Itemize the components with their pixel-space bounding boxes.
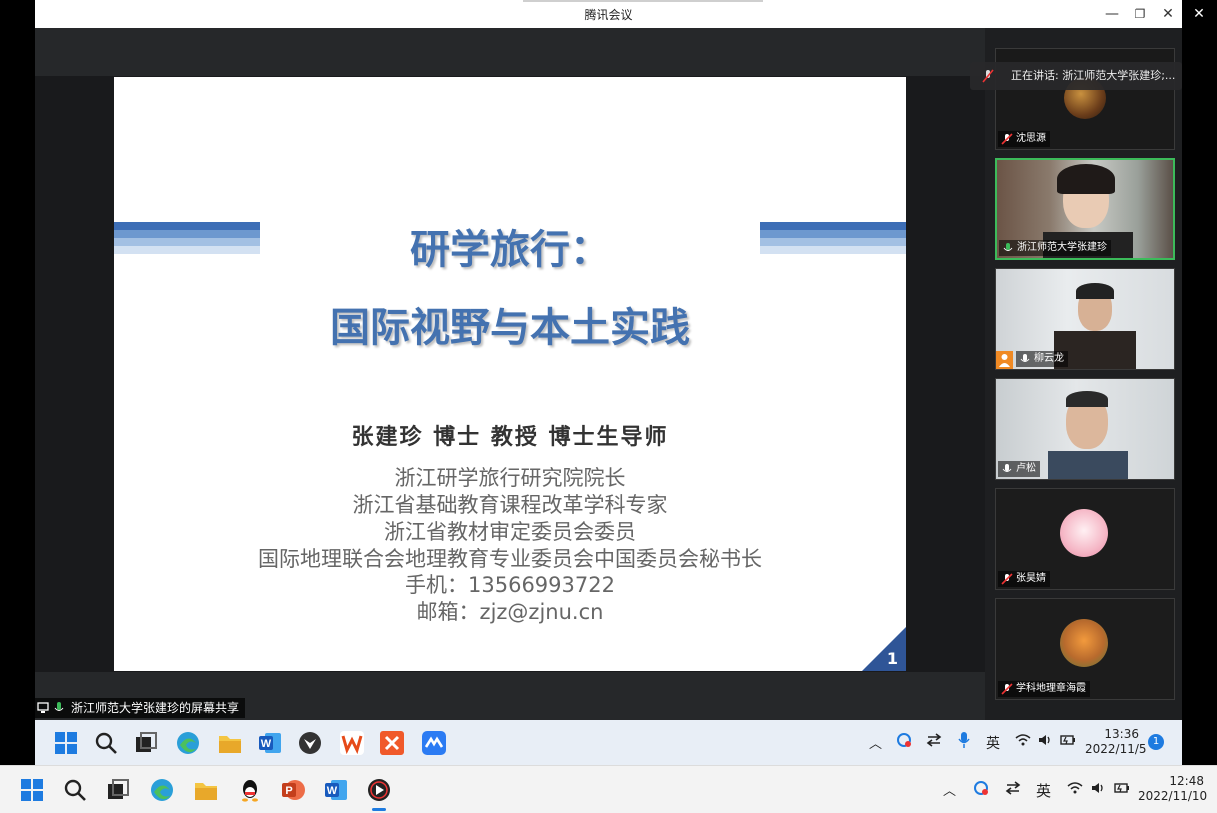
transfer-icon[interactable] xyxy=(925,731,943,752)
tencent-meeting-icon[interactable] xyxy=(421,730,447,756)
microphone-icon[interactable] xyxy=(957,731,971,752)
slide-title-line2: 国际视野与本土实践 xyxy=(330,305,690,351)
participant-name: 卢松 xyxy=(998,461,1040,477)
outer-close-button[interactable]: ✕ xyxy=(1186,3,1212,25)
local-clock[interactable]: 12:48 2022/11/10 xyxy=(1138,774,1208,804)
local-taskbar: P W ︿ 英 12:48 2022/11/10 xyxy=(0,765,1217,813)
slide-page-number: 1 xyxy=(886,649,898,668)
screen-share-label: 浙江师范大学张建珍的屏幕共享 xyxy=(35,698,246,718)
active-speaker-banner: 正在讲话: 浙江师范大学张建珍;... xyxy=(970,62,1182,90)
word-icon[interactable]: W xyxy=(257,730,283,756)
remote-taskbar: W ︿ 英 13:36 2022/11/5 1 xyxy=(35,720,1182,765)
wps-icon[interactable] xyxy=(339,730,365,756)
participant-name: 张昊婧 xyxy=(998,571,1050,587)
word-icon[interactable]: W xyxy=(323,777,349,803)
slide-info-line: 国际地理联合会地理教育专业委员会中国委员会秘书长 xyxy=(258,547,762,571)
slide-info-line: 邮箱：zjz@zjnu.cn xyxy=(416,600,604,624)
participant-name: 沈思源 xyxy=(998,131,1050,147)
svg-text:W: W xyxy=(261,738,272,750)
host-icon xyxy=(996,351,1013,369)
battery-icon[interactable] xyxy=(1113,780,1131,799)
wifi-icon[interactable] xyxy=(1067,780,1083,799)
video-body xyxy=(1048,451,1128,479)
local-date: 2022/11/10 xyxy=(1138,789,1208,803)
task-view-icon[interactable] xyxy=(133,730,159,756)
video-hair xyxy=(1066,391,1108,407)
tray-expand-icon[interactable]: ︿ xyxy=(943,780,956,799)
mic-speaking-icon xyxy=(54,702,64,711)
video-hair xyxy=(1076,283,1114,299)
active-speaker-text: 正在讲话: 浙江师范大学张建珍;... xyxy=(1011,69,1176,82)
mic-icon xyxy=(1020,354,1030,362)
participant-name: 柳云龙 xyxy=(1016,351,1068,367)
participant-tile[interactable]: 柳云龙 xyxy=(995,268,1175,370)
search-icon[interactable] xyxy=(62,777,88,803)
sync-icon[interactable] xyxy=(895,731,913,752)
presentation-slide: 研学旅行： 国际视野与本土实践 张建珍 博士 教授 博士生导师 浙江研学旅行研究… xyxy=(114,77,906,671)
screen-share-icon xyxy=(37,702,49,713)
mic-muted-icon xyxy=(1001,683,1013,695)
mic-speaking-icon xyxy=(1003,243,1013,251)
volume-icon[interactable] xyxy=(1037,732,1053,751)
edge-browser-icon[interactable] xyxy=(149,777,175,803)
participant-tile[interactable]: 卢松 xyxy=(995,378,1175,480)
mic-icon xyxy=(1002,464,1012,472)
slide-author: 张建珍 博士 教授 博士生导师 xyxy=(351,424,669,450)
titlebar-accent xyxy=(523,0,763,2)
xmind-icon[interactable] xyxy=(379,730,405,756)
battery-icon[interactable] xyxy=(1059,732,1077,751)
remote-time: 13:36 xyxy=(1104,727,1139,741)
slide-info-line: 浙江研学旅行研究院院长 xyxy=(394,466,626,490)
sync-icon[interactable] xyxy=(972,779,990,800)
svg-text:P: P xyxy=(285,785,292,797)
mic-muted-icon xyxy=(1001,133,1013,145)
task-view-icon[interactable] xyxy=(105,777,131,803)
stage-top-bar xyxy=(35,28,985,76)
minimize-button[interactable]: — xyxy=(1100,3,1124,25)
slide-info-line: 手机：13566993722 xyxy=(405,573,615,597)
search-icon[interactable] xyxy=(93,730,119,756)
participant-name: 浙江师范大学张建珍 xyxy=(999,240,1111,256)
wolf-app-icon[interactable] xyxy=(297,730,323,756)
edge-browser-icon[interactable] xyxy=(175,730,201,756)
participant-tile[interactable]: 学科地理章海霞 xyxy=(995,598,1175,700)
ime-indicator[interactable]: 英 xyxy=(1036,780,1051,801)
restore-button[interactable]: ❐ xyxy=(1128,3,1152,25)
participant-tile-active-speaker[interactable]: 浙江师范大学张建珍 xyxy=(995,158,1175,260)
video-hair xyxy=(1057,164,1115,194)
wifi-icon[interactable] xyxy=(1015,732,1031,751)
slide-info-line: 浙江省教材审定委员会委员 xyxy=(384,520,636,544)
file-explorer-icon[interactable] xyxy=(193,777,219,803)
participant-name: 学科地理章海霞 xyxy=(998,681,1090,697)
active-app-indicator xyxy=(372,808,386,811)
volume-icon[interactable] xyxy=(1090,780,1106,799)
remote-date: 2022/11/5 xyxy=(1085,742,1147,756)
avatar xyxy=(1060,619,1108,667)
close-button[interactable]: ✕ xyxy=(1156,3,1180,25)
ime-indicator[interactable]: 英 xyxy=(986,733,1000,753)
slide-title-line1: 研学旅行： xyxy=(410,227,610,273)
qq-icon[interactable] xyxy=(237,777,263,803)
media-player-icon[interactable] xyxy=(366,777,392,803)
svg-text:W: W xyxy=(327,785,338,797)
participant-tile[interactable]: 张昊婧 xyxy=(995,488,1175,590)
window-titlebar: 腾讯会议 — ❐ ✕ xyxy=(35,0,1182,29)
windows-start-icon[interactable] xyxy=(19,777,45,803)
remote-clock[interactable]: 13:36 2022/11/5 xyxy=(1085,727,1147,757)
file-explorer-icon[interactable] xyxy=(217,730,243,756)
tray-expand-icon[interactable]: ︿ xyxy=(869,733,882,752)
window-title: 腾讯会议 xyxy=(584,8,633,22)
mic-muted-icon xyxy=(982,69,994,83)
mic-muted-icon xyxy=(1001,573,1013,585)
avatar xyxy=(1060,509,1108,557)
slide-info-line: 浙江省基础教育课程改革学科专家 xyxy=(352,493,668,517)
windows-start-icon[interactable] xyxy=(53,730,79,756)
page-number-corner xyxy=(862,627,906,671)
local-time: 12:48 xyxy=(1169,774,1204,788)
powerpoint-icon[interactable]: P xyxy=(280,777,306,803)
transfer-icon[interactable] xyxy=(1004,779,1022,800)
notification-badge[interactable]: 1 xyxy=(1148,734,1164,750)
